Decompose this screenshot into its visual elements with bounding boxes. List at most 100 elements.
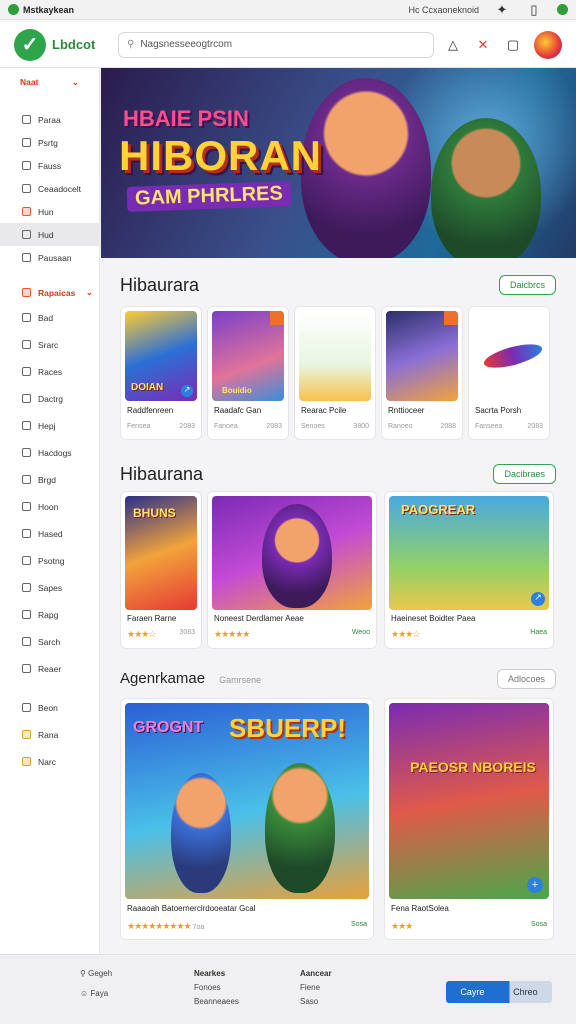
play-icon[interactable]: ↗: [181, 385, 193, 397]
sidebar-item[interactable]: Paraa: [0, 108, 99, 131]
avatar[interactable]: [534, 30, 562, 59]
sidebar-item-label: Dactrg: [38, 393, 64, 404]
game-meta: Haea: [530, 629, 547, 636]
sidebar-item-label: Sarch: [38, 636, 61, 647]
doc-icon: [22, 703, 31, 712]
thumb-text: BHUNS: [133, 506, 176, 520]
sidebar-header[interactable]: Naat ⌄: [0, 68, 99, 96]
footer-link[interactable]: ☺ Faya: [80, 987, 112, 1001]
footer-col-3: Aancear Fiene Saso: [300, 967, 332, 1009]
game-year: 3800: [353, 423, 369, 430]
sidebar-item[interactable]: Psotng: [0, 547, 99, 574]
site-logo[interactable]: ✓ Lbdcot: [14, 28, 108, 61]
sidebar-item[interactable]: Hepj: [0, 412, 99, 439]
hero-title-line3: GAM PHRLRES: [126, 181, 292, 212]
footer-link[interactable]: Beanneaees: [194, 995, 239, 1009]
footer-link[interactable]: Fiene: [300, 981, 332, 995]
sidebar-item[interactable]: Rana: [0, 721, 99, 748]
users-icon: [22, 502, 31, 511]
sidebar-item[interactable]: Sapes: [0, 574, 99, 601]
hero-banner[interactable]: HBAIE PSIN HIBORAN GAM PHRLRES: [101, 68, 576, 258]
sidebar-item[interactable]: Beon: [0, 694, 99, 721]
footer-link[interactable]: ⚲ Gegeh: [80, 967, 112, 981]
fire-icon: [22, 207, 31, 216]
game-card[interactable]: Bouidio Raadafc Gan Fanoea 2083: [207, 306, 289, 440]
sidebar: Naat ⌄ Paraa Psrtg Fauss Ceaadocelt Hun …: [0, 68, 100, 954]
game-card[interactable]: Noneest Derdlamer Aeae ★★★★★ Weoo: [207, 491, 377, 649]
sidebar-item[interactable]: Hased: [0, 520, 99, 547]
sidebar-item[interactable]: Dactrg: [0, 385, 99, 412]
sidebar-item-label: Fauss: [38, 160, 62, 171]
add-icon[interactable]: +: [527, 877, 543, 893]
sidebar-item[interactable]: Fauss: [0, 154, 99, 177]
search-input[interactable]: [140, 39, 425, 50]
app-download-button[interactable]: Cayre Chreo: [446, 981, 552, 1003]
sidebar-item-label: Pausaan: [38, 252, 72, 263]
game-card[interactable]: Sacrta Porsh Fanseea 2083: [468, 306, 550, 440]
game-thumbnail: PAOGREAR ↗: [389, 496, 549, 610]
sidebar-item-label: Bad: [38, 312, 54, 323]
sidebar-item[interactable]: Hun: [0, 200, 99, 223]
game-card[interactable]: DOIAN ↗ Raddfenreen Fensea 2083: [120, 306, 202, 440]
sidebar-item[interactable]: Rapg: [0, 601, 99, 628]
section-3-more-button[interactable]: Adlocoes: [496, 669, 556, 689]
app-button-label: Cayre: [460, 987, 485, 997]
sidebar-item-label: Hud: [38, 229, 54, 240]
sidebar-item[interactable]: Narc: [0, 748, 99, 775]
sidebar-item[interactable]: Reaer: [0, 655, 99, 682]
bell-icon[interactable]: △: [444, 36, 462, 54]
gear-icon: [22, 448, 31, 457]
game-card[interactable]: Rnttioceer Ranoeo 2088: [381, 306, 463, 440]
character: [265, 763, 335, 893]
section-2-more-button[interactable]: Dacibraes: [493, 464, 556, 484]
sidebar-item[interactable]: Srarc: [0, 331, 99, 358]
section-1-more-button[interactable]: Daicbrcs: [498, 275, 556, 295]
game-meta: Fanoea: [214, 423, 238, 430]
sidebar-item[interactable]: Brgd: [0, 466, 99, 493]
game-card[interactable]: Rearac Pcile Senoes 3800: [294, 306, 376, 440]
phone-icon[interactable]: ▯: [525, 1, 543, 19]
game-card[interactable]: PAEOSR NBOREIS + Fena RaotSolea ★★★ Sosa: [384, 698, 554, 940]
game-card[interactable]: GROGNT SBUERP! Raaaoah Batoernerclrdooea…: [120, 698, 374, 940]
game-name: Sacrta Porsh: [475, 406, 522, 415]
rating-stars: ★★★: [391, 921, 413, 931]
game-name: Raaaoah Batoernerclrdooeatar Gcal: [127, 904, 256, 913]
sidebar-item[interactable]: Sarch: [0, 628, 99, 655]
sidebar-item[interactable]: Bad: [0, 304, 99, 331]
sidebar-item[interactable]: Pausaan: [0, 246, 99, 269]
sidebar-item-active[interactable]: Hud: [0, 223, 99, 246]
hero-title-line2: HIBORAN: [119, 132, 322, 179]
status-dot-icon[interactable]: [557, 4, 568, 15]
app-button-label-2: Chreo: [513, 987, 538, 997]
bag-icon[interactable]: ▢: [504, 36, 522, 54]
footer-link[interactable]: Fonoes: [194, 981, 239, 995]
section-2: Hibaurana Dacibraes BHUNS Faraen Rarne ★…: [120, 461, 556, 651]
game-name: Raddfenreen: [127, 406, 174, 415]
search-bar[interactable]: ⚲: [118, 31, 434, 58]
sidebar-item[interactable]: Races: [0, 358, 99, 385]
sidebar-item[interactable]: Psrtg: [0, 131, 99, 154]
box-icon: [22, 529, 31, 538]
puzzle-icon[interactable]: ✦: [493, 1, 511, 19]
game-card[interactable]: PAOGREAR ↗ Haeineset Boidter Paea ★★★☆ Ha…: [384, 491, 554, 649]
sidebar-header-label: Naat: [20, 77, 39, 87]
thumb-text: Bouidio: [222, 386, 252, 395]
game-card[interactable]: BHUNS Faraen Rarne ★★★☆ 3083: [120, 491, 202, 649]
flag-icon[interactable]: ✕: [474, 36, 492, 54]
topbar-right-text: Hc Ccxaoneknoid: [408, 4, 479, 15]
monitor-icon: [22, 637, 31, 646]
chat-icon: [22, 421, 31, 430]
sidebar-item-highlight[interactable]: Rapaicas ⌄: [0, 281, 99, 304]
sidebar-item[interactable]: Ceaadocelt: [0, 177, 99, 200]
folder-icon: [22, 253, 31, 262]
character: [171, 773, 231, 893]
play-icon[interactable]: ↗: [531, 592, 545, 606]
thumb-text: PAOGREAR: [401, 502, 476, 517]
game-price: Sosa: [531, 921, 547, 928]
footer-link[interactable]: Saso: [300, 995, 332, 1009]
game-year: 2088: [440, 423, 456, 430]
sidebar-item[interactable]: Hoon: [0, 493, 99, 520]
logo-text: Lbdcot: [52, 37, 96, 52]
sidebar-item[interactable]: Hacdogs: [0, 439, 99, 466]
sidebar-item-label: Hased: [38, 528, 63, 539]
